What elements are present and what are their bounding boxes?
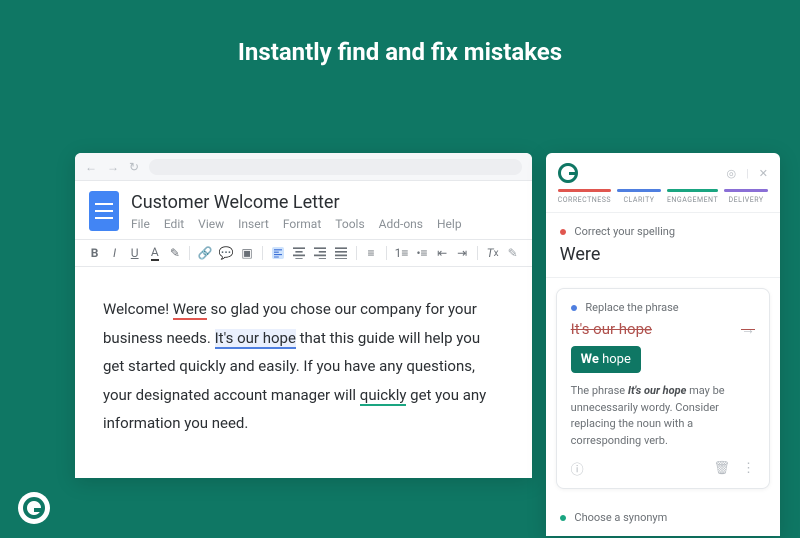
goals-icon[interactable]: ◎ <box>726 167 736 180</box>
card-title: Choose a synonym <box>560 511 766 524</box>
card-synonym[interactable]: Choose a synonym <box>546 499 780 536</box>
category-dot-icon <box>560 229 566 235</box>
bold-icon[interactable]: B <box>89 247 100 259</box>
arrow-right-icon: → <box>741 321 755 338</box>
edit-mode-icon[interactable]: ✎ <box>508 246 518 260</box>
separator <box>262 246 263 260</box>
menu-tools[interactable]: Tools <box>335 217 364 231</box>
gdoc-icon <box>89 191 119 231</box>
card-actions: ⓘ 🗑 ⋮ <box>571 459 755 478</box>
underline-icon[interactable]: U <box>129 247 140 259</box>
menu-help[interactable]: Help <box>437 217 462 231</box>
grammarly-logo-icon <box>558 163 578 183</box>
apply-suggestion-button[interactable]: We hope <box>571 346 641 373</box>
align-left-icon[interactable] <box>272 247 284 259</box>
browser-bar: ← → ↻ <box>75 153 532 181</box>
category-tabs: CORRECTNESS CLARITY ENGAGEMENT DELIVERY <box>546 189 780 213</box>
line-spacing-icon[interactable]: ≡ <box>366 247 377 259</box>
outdent-icon[interactable]: ⇤ <box>437 247 448 259</box>
doc-header: Customer Welcome Letter File Edit View I… <box>75 181 532 231</box>
separator <box>477 246 478 260</box>
original-phrase: It's our hope → <box>571 320 755 338</box>
content-row: ← → ↻ Customer Welcome Letter File Edit … <box>75 153 780 538</box>
info-icon[interactable]: ⓘ <box>571 459 584 478</box>
more-icon[interactable]: ⋮ <box>742 461 755 476</box>
close-icon[interactable]: ✕ <box>759 167 768 180</box>
menu-row: File Edit View Insert Format Tools Add-o… <box>131 217 518 231</box>
indent-icon[interactable]: ⇥ <box>457 247 468 259</box>
align-justify-icon[interactable] <box>335 247 347 259</box>
grammarly-badge-icon <box>18 492 50 524</box>
tab-engagement[interactable]: ENGAGEMENT <box>667 189 718 204</box>
card-title: Replace the phrase <box>571 301 755 314</box>
grammarly-panel: ◎ | ✕ CORRECTNESS CLARITY ENGAGEMENT DEL… <box>546 153 780 536</box>
toolbar: B I U A ✎ 🔗 💬 ▣ ≡ 1≡ <box>75 239 532 267</box>
separator <box>356 246 357 260</box>
numbered-list-icon[interactable]: 1≡ <box>396 247 408 259</box>
category-dot-icon <box>571 305 577 311</box>
comment-icon[interactable]: 💬 <box>220 247 232 259</box>
bulleted-list-icon[interactable]: •≡ <box>417 247 428 259</box>
italic-icon[interactable]: I <box>109 247 120 259</box>
highlight-icon[interactable]: ✎ <box>169 247 180 259</box>
spelling-word: Were <box>560 244 766 265</box>
image-icon[interactable]: ▣ <box>241 247 252 259</box>
card-replace-phrase[interactable]: Replace the phrase It's our hope → We ho… <box>556 288 770 489</box>
tab-correctness[interactable]: CORRECTNESS <box>558 189 611 204</box>
dismiss-icon[interactable]: 🗑 <box>713 461 730 476</box>
tab-delivery[interactable]: DELIVERY <box>724 189 768 204</box>
doc-title[interactable]: Customer Welcome Letter <box>131 192 518 213</box>
nav-reload-icon[interactable]: ↻ <box>129 160 139 174</box>
hero-title: Instantly find and fix mistakes <box>0 38 800 66</box>
align-right-icon[interactable] <box>314 247 326 259</box>
clear-format-icon[interactable]: Tx <box>487 247 499 259</box>
nav-back-icon[interactable]: ← <box>85 160 97 174</box>
menu-addons[interactable]: Add-ons <box>379 217 423 231</box>
tab-clarity[interactable]: CLARITY <box>617 189 661 204</box>
menu-insert[interactable]: Insert <box>238 217 269 231</box>
body-text: Welcome! <box>103 300 173 318</box>
card-title: Correct your spelling <box>560 225 766 238</box>
align-center-icon[interactable] <box>293 247 305 259</box>
error-clarity[interactable]: It's our hope <box>215 329 296 349</box>
category-dot-icon <box>560 515 566 521</box>
menu-format[interactable]: Format <box>283 217 321 231</box>
nav-forward-icon[interactable]: → <box>107 160 119 174</box>
separator <box>386 246 387 260</box>
card-spelling[interactable]: Correct your spelling Were <box>546 213 780 278</box>
url-bar[interactable] <box>149 159 522 175</box>
separator <box>189 246 190 260</box>
error-spelling[interactable]: Were <box>173 300 207 320</box>
link-icon[interactable]: 🔗 <box>199 247 211 259</box>
doc-body[interactable]: Welcome! Were so glad you chose our comp… <box>75 267 532 478</box>
error-engagement[interactable]: quickly <box>360 386 407 406</box>
suggestion-explanation: The phrase It's our hope may be unnecess… <box>571 383 755 449</box>
menu-edit[interactable]: Edit <box>164 217 184 231</box>
menu-file[interactable]: File <box>131 217 150 231</box>
divider: | <box>746 167 749 180</box>
doc-editor: ← → ↻ Customer Welcome Letter File Edit … <box>75 153 532 478</box>
panel-header: ◎ | ✕ <box>546 153 780 189</box>
text-color-icon[interactable]: A <box>149 247 160 259</box>
menu-view[interactable]: View <box>198 217 224 231</box>
